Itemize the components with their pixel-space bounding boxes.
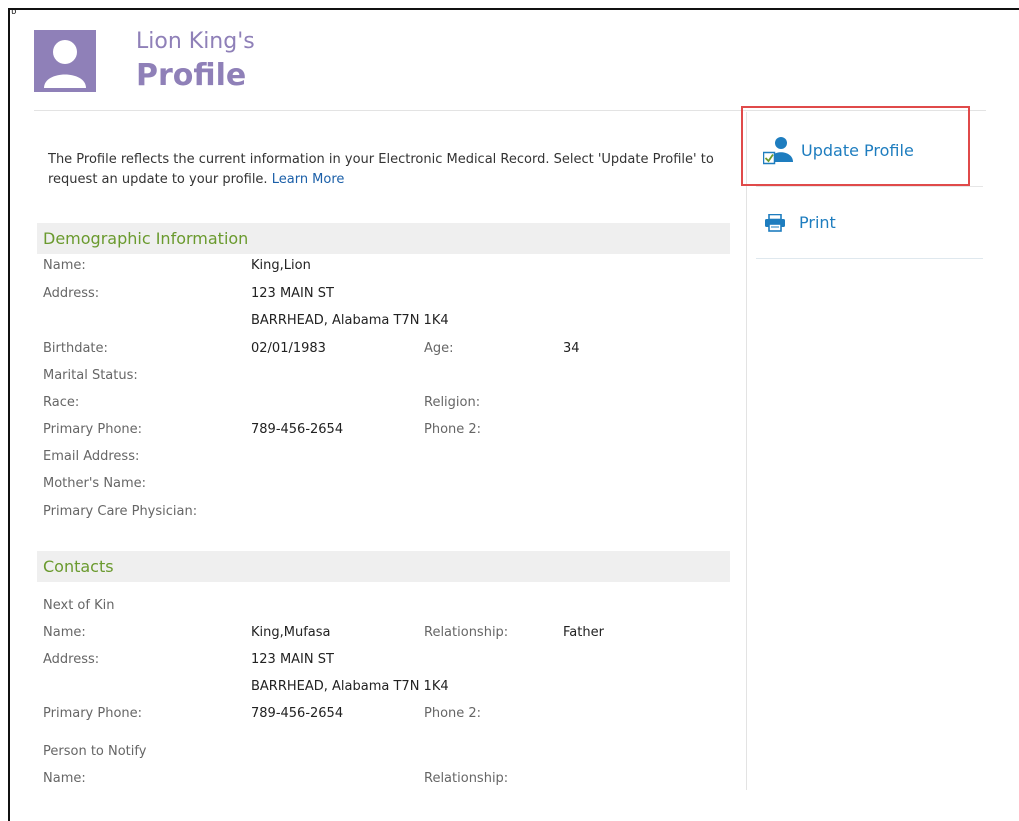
kin-address-line2: BARRHEAD, Alabama T7N 1K4	[251, 679, 449, 694]
notify-relationship-label: Relationship:	[424, 771, 509, 786]
name-value: King,Lion	[251, 258, 311, 273]
print-label: Print	[799, 213, 836, 232]
address-label: Address:	[43, 286, 100, 301]
sidebar-separator-bottom	[756, 258, 983, 259]
kin-address-line1: 123 MAIN ST	[251, 652, 334, 667]
notify-name-label: Name:	[43, 771, 86, 786]
age-label: Age:	[424, 341, 454, 356]
primary-phone-label: Primary Phone:	[43, 422, 143, 437]
kin-relationship-value: Father	[563, 625, 604, 640]
update-profile-icon	[763, 137, 793, 165]
kin-name-value: King,Mufasa	[251, 625, 331, 640]
learn-more-link[interactable]: Learn More	[272, 172, 345, 187]
email-label: Email Address:	[43, 449, 140, 464]
mothers-name-label: Mother's Name:	[43, 476, 147, 491]
marital-status-label: Marital Status:	[43, 368, 138, 383]
update-profile-label: Update Profile	[801, 141, 914, 160]
profile-owner-name: Lion King's	[136, 29, 255, 54]
person-silhouette-icon	[44, 40, 86, 88]
primary-care-physician-label: Primary Care Physician:	[43, 504, 198, 519]
address-line1: 123 MAIN ST	[251, 286, 334, 301]
avatar	[34, 30, 96, 92]
religion-label: Religion:	[424, 395, 481, 410]
race-label: Race:	[43, 395, 80, 410]
kin-address-label: Address:	[43, 652, 100, 667]
kin-relationship-label: Relationship:	[424, 625, 509, 640]
contacts-section-header: Contacts	[37, 551, 730, 582]
name-label: Name:	[43, 258, 86, 273]
kin-primary-phone-label: Primary Phone:	[43, 706, 143, 721]
sidebar-divider	[746, 112, 747, 790]
kin-primary-phone-value: 789-456-2654	[251, 706, 344, 721]
kin-name-label: Name:	[43, 625, 86, 640]
printer-icon	[765, 214, 785, 232]
sidebar-separator	[756, 186, 983, 187]
update-profile-button[interactable]: Update Profile	[741, 106, 970, 186]
primary-phone-value: 789-456-2654	[251, 422, 344, 437]
corner-mark: ʋ	[11, 7, 17, 17]
phone2-label: Phone 2:	[424, 422, 482, 437]
birthdate-label: Birthdate:	[43, 341, 108, 356]
kin-phone2-label: Phone 2:	[424, 706, 482, 721]
person-to-notify-heading: Person to Notify	[43, 744, 147, 759]
intro-text: The Profile reflects the current informa…	[48, 150, 728, 190]
address-line2: BARRHEAD, Alabama T7N 1K4	[251, 313, 449, 328]
next-of-kin-heading: Next of Kin	[43, 598, 115, 613]
intro-description: The Profile reflects the current informa…	[48, 152, 714, 187]
print-button[interactable]: Print	[764, 210, 964, 238]
birthdate-value: 02/01/1983	[251, 341, 326, 356]
page-title: Profile	[136, 58, 247, 93]
age-value: 34	[563, 341, 580, 356]
demographic-section-header: Demographic Information	[37, 223, 730, 254]
